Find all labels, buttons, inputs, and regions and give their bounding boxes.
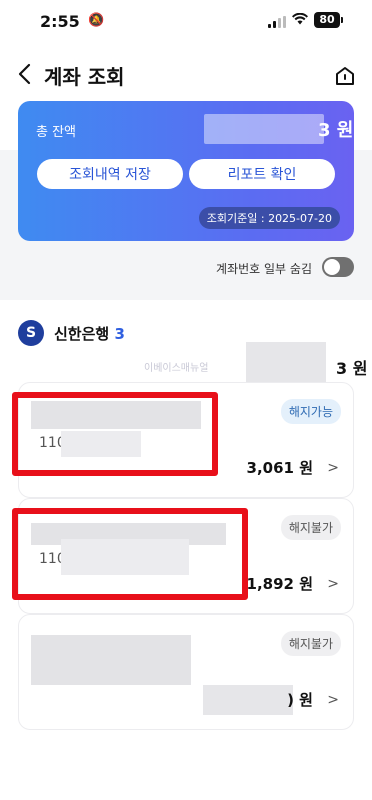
bottom-area xyxy=(0,768,372,800)
battery-icon: 80 xyxy=(314,12,340,28)
chevron-right-icon: > xyxy=(327,692,339,708)
signal-icon xyxy=(268,16,286,28)
hide-account-number-label: 계좌번호 일부 숨김 xyxy=(216,262,312,276)
check-report-button[interactable]: 리포트 확인 xyxy=(189,159,335,189)
hide-account-number-toggle[interactable] xyxy=(322,257,354,277)
shinhan-logo: S xyxy=(18,320,44,346)
page-title: 계좌 조회 xyxy=(44,65,125,89)
account-name-redacted xyxy=(31,635,191,685)
bank-account-count: 3 xyxy=(114,325,125,343)
status-badge: 해지불가 xyxy=(280,631,341,656)
bank-total-redacted xyxy=(246,342,326,382)
balance-amount-tail: 3 원 xyxy=(318,120,354,141)
total-balance-label: 총 잔액 xyxy=(36,125,77,140)
account-balance: 3,061 원 xyxy=(246,459,313,477)
bell-slash-icon: 🔕 xyxy=(88,13,105,28)
account-card-3[interactable]: 해지불가 ) 원 > xyxy=(18,614,354,730)
save-history-button[interactable]: 조회내역 저장 xyxy=(37,159,183,189)
status-badge: 해지불가 xyxy=(280,515,341,540)
status-bar: 2:55 🔕 80 xyxy=(0,0,372,44)
highlight-box-2 xyxy=(12,508,248,600)
toggle-knob xyxy=(324,259,340,275)
back-arrow-icon[interactable] xyxy=(16,62,36,86)
account-balance-tail: ) 원 xyxy=(287,691,313,709)
chevron-right-icon: > xyxy=(327,460,339,476)
bank-name-text: 신한은행 xyxy=(54,325,110,343)
status-badge: 해지가능 xyxy=(280,399,341,424)
account-balance-redacted xyxy=(203,685,293,715)
hide-account-number-row: 계좌번호 일부 숨김 xyxy=(0,254,372,282)
reference-date: 조회기준일 : 2025-07-20 xyxy=(198,207,340,229)
highlight-box-1 xyxy=(12,392,218,476)
chevron-right-icon: > xyxy=(327,576,339,592)
status-time: 2:55 xyxy=(40,12,80,31)
bank-total-tail: 3 원 xyxy=(336,359,368,378)
home-icon[interactable] xyxy=(333,64,357,88)
wifi-icon xyxy=(292,12,308,29)
balance-redacted xyxy=(204,114,324,144)
battery-tip xyxy=(341,17,343,23)
account-balance: 1,892 원 xyxy=(246,575,313,593)
balance-card: 총 잔액 3 원 조회내역 저장 리포트 확인 조회기준일 : 2025-07-… xyxy=(18,101,354,241)
watermark: 이베이스매뉴얼 xyxy=(144,363,209,374)
app-header: 계좌 조회 xyxy=(0,44,372,106)
bank-name: 신한은행 3 xyxy=(54,323,174,344)
